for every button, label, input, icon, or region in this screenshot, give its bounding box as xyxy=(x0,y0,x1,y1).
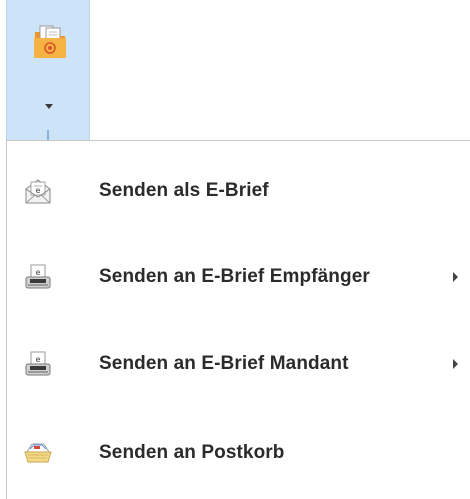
send-split-button[interactable] xyxy=(6,0,90,140)
menu-item-send-as-ebrief[interactable]: e Senden als E-Brief xyxy=(7,161,470,221)
menu-item-send-to-postbox[interactable]: Senden an Postkorb xyxy=(7,423,470,483)
svg-text:e: e xyxy=(36,268,41,277)
menu-item-label: Senden als E-Brief xyxy=(99,180,269,201)
menu-item-label: Senden an Postkorb xyxy=(99,442,285,463)
menu-item-send-to-ebrief-recipient[interactable]: e Senden an E-Brief Empfänger xyxy=(7,247,470,307)
divider xyxy=(47,130,49,140)
chevron-right-icon xyxy=(453,272,458,282)
chevron-right-icon xyxy=(453,359,458,369)
envelope-letter-icon: e xyxy=(23,176,53,206)
postbox-tray-icon xyxy=(23,438,53,468)
split-button-dropdown[interactable] xyxy=(7,82,89,140)
chevron-down-icon[interactable] xyxy=(45,104,53,109)
svg-text:e: e xyxy=(36,355,41,364)
ribbon-strip xyxy=(0,0,470,140)
orange-folder-icon[interactable] xyxy=(31,22,69,62)
menu-item-label: Senden an E-Brief Mandant xyxy=(99,353,349,374)
letter-scanner-icon: e xyxy=(23,262,53,292)
menu-item-label: Senden an E-Brief Empfänger xyxy=(99,266,370,287)
menu-item-send-to-ebrief-client[interactable]: e Senden an E-Brief Mandant xyxy=(7,334,470,394)
letter-scanner-icon: e xyxy=(23,349,53,379)
dropdown-menu: e Senden als E-Brief e Senden an E-Brief… xyxy=(6,140,470,499)
svg-text:e: e xyxy=(36,186,41,195)
